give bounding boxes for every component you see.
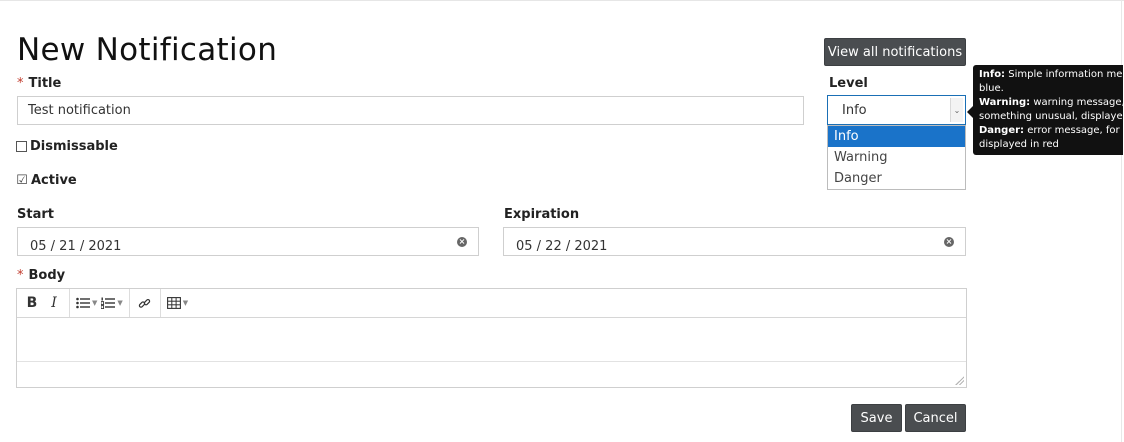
title-input[interactable]: Test notification bbox=[17, 96, 804, 125]
body-label-text: Body bbox=[28, 268, 66, 283]
active-label: Active bbox=[31, 173, 77, 188]
expiration-date-input[interactable]: 05 / 22 / 2021 × bbox=[503, 227, 966, 256]
tooltip-line: Danger: error message, for bbox=[979, 125, 1120, 136]
format-group: B I bbox=[17, 289, 70, 317]
dismissable-label: Dismissable bbox=[30, 139, 118, 154]
dismissable-checkbox-row[interactable]: Dismissable bbox=[16, 139, 118, 154]
numbered-list-icon[interactable]: ▼ bbox=[99, 292, 124, 314]
title-label-text: Title bbox=[28, 76, 62, 91]
bulleted-list-icon[interactable]: ▼ bbox=[74, 292, 99, 314]
clear-icon[interactable]: × bbox=[944, 237, 954, 247]
title-label: * Title bbox=[17, 76, 61, 91]
active-checkbox-row[interactable]: ☑ Active bbox=[16, 173, 77, 188]
expiration-label: Expiration bbox=[504, 207, 580, 222]
chevron-down-icon[interactable]: ⌄ bbox=[950, 98, 963, 122]
level-label: Level bbox=[829, 76, 868, 91]
tooltip-line: Warning: warning message, bbox=[979, 97, 1123, 108]
chevron-down-icon: ▼ bbox=[92, 299, 98, 307]
chevron-down-icon: ▼ bbox=[117, 299, 123, 307]
view-all-notifications-button[interactable]: View all notifications bbox=[824, 38, 966, 66]
chevron-down-icon: ▼ bbox=[182, 299, 189, 307]
table-group: ▼ bbox=[161, 289, 194, 317]
table-icon[interactable]: ▼ bbox=[165, 292, 190, 314]
expiration-date-value: 05 / 22 / 2021 bbox=[516, 239, 608, 254]
italic-icon[interactable]: I bbox=[43, 292, 65, 314]
top-divider bbox=[0, 0, 1124, 1]
required-marker: * bbox=[17, 268, 24, 283]
editor-toolbar: B I ▼ ▼ ▼ bbox=[17, 289, 966, 318]
save-button[interactable]: Save bbox=[851, 404, 902, 432]
cancel-button[interactable]: Cancel bbox=[905, 404, 966, 432]
body-editor: B I ▼ ▼ ▼ bbox=[16, 288, 967, 388]
page-title: New Notification bbox=[17, 32, 278, 68]
tooltip-line: displayed in red bbox=[979, 139, 1059, 150]
level-help-tooltip: Info: Simple information me blue. Warnin… bbox=[973, 65, 1123, 155]
start-date-input[interactable]: 05 / 21 / 2021 × bbox=[17, 227, 479, 256]
link-icon[interactable] bbox=[134, 292, 156, 314]
tooltip-line: Info: Simple information me bbox=[979, 69, 1123, 80]
dismissable-checkbox[interactable] bbox=[16, 141, 27, 152]
level-dropdown: Info Warning Danger bbox=[827, 125, 966, 190]
required-marker: * bbox=[17, 76, 24, 91]
start-date-value: 05 / 21 / 2021 bbox=[30, 239, 122, 254]
list-group: ▼ ▼ bbox=[70, 289, 130, 317]
bold-icon[interactable]: B bbox=[21, 292, 43, 314]
level-option-warning[interactable]: Warning bbox=[828, 147, 965, 168]
start-label: Start bbox=[17, 207, 54, 222]
clear-icon[interactable]: × bbox=[457, 237, 467, 247]
level-selected-value: Info bbox=[842, 102, 867, 118]
tooltip-line: something unusual, displaye bbox=[979, 111, 1123, 122]
link-group bbox=[130, 289, 161, 317]
tooltip-line: blue. bbox=[979, 83, 1004, 94]
body-label: * Body bbox=[17, 268, 65, 283]
active-checkbox[interactable]: ☑ bbox=[16, 174, 28, 187]
resize-handle[interactable] bbox=[955, 376, 964, 385]
body-content-area[interactable] bbox=[17, 318, 966, 362]
level-select[interactable]: Info ⌄ bbox=[827, 95, 966, 125]
level-option-info[interactable]: Info bbox=[828, 126, 965, 147]
level-option-danger[interactable]: Danger bbox=[828, 168, 965, 189]
